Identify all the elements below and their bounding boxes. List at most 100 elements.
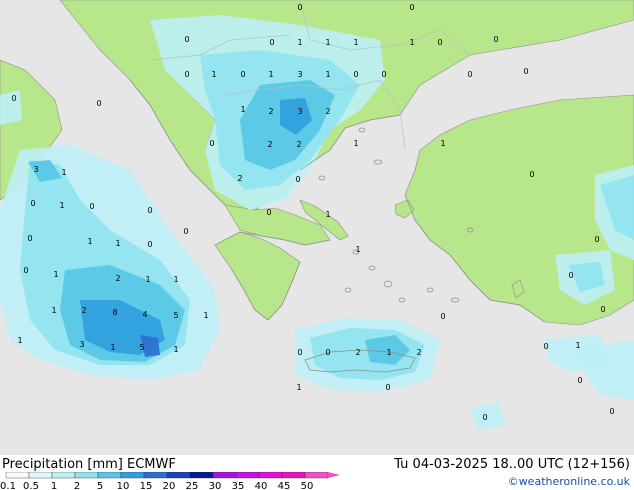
precip-value: 1 — [61, 168, 66, 177]
precip-value: 0 — [297, 348, 302, 357]
precip-value: 0 — [209, 139, 214, 148]
precip-value: 0 — [594, 235, 599, 244]
precip-value: 0 — [11, 94, 16, 103]
scale-label: 1 — [51, 481, 57, 490]
color-scale: 0.1 0.5 1 2 5 10 15 20 25 30 35 40 45 50 — [0, 472, 340, 490]
precip-value: 0 — [297, 3, 302, 12]
scale-label: 20 — [163, 481, 176, 490]
scale-label: 15 — [140, 481, 153, 490]
precip-value: 0 — [295, 175, 300, 184]
precip-value: 0 — [27, 234, 32, 243]
precip-value: 0 — [147, 206, 152, 215]
precip-value: 1 — [355, 245, 360, 254]
scale-label: 10 — [117, 481, 130, 490]
precip-value: 2 — [115, 274, 120, 283]
precip-value: 0 — [543, 342, 548, 351]
precip-value: 1 — [110, 343, 115, 352]
precip-value: 0 — [96, 99, 101, 108]
credit-link[interactable]: ©weatheronline.co.uk — [508, 475, 630, 488]
precip-value: 0 — [353, 70, 358, 79]
scale-swatch — [212, 472, 237, 479]
precip-value: 1 — [53, 270, 58, 279]
scale-swatch — [235, 472, 260, 479]
precip-value: 0 — [381, 70, 386, 79]
precip-value: 1 — [440, 139, 445, 148]
scale-label: 0.5 — [23, 481, 39, 490]
precip-value: 1 — [325, 38, 330, 47]
scale-arrow — [328, 472, 340, 478]
precip-value: 2 — [296, 140, 301, 149]
precip-value: 0 — [30, 199, 35, 208]
precip-value: 2 — [81, 306, 86, 315]
precip-value: 2 — [267, 140, 272, 149]
precip-value: 1 — [87, 237, 92, 246]
scale-swatch — [143, 472, 168, 479]
precip-value: 1 — [297, 38, 302, 47]
scale-swatch — [74, 472, 99, 479]
precip-value: 1 — [173, 345, 178, 354]
precip-value: 0 — [184, 35, 189, 44]
precip-value: 1 — [325, 70, 330, 79]
precip-value: 0 — [568, 271, 573, 280]
precip-value: 2 — [355, 348, 360, 357]
precip-value: 3 — [33, 165, 38, 174]
precip-value: 0 — [577, 376, 582, 385]
precip-value: 1 — [325, 210, 330, 219]
precip-value: 1 — [145, 275, 150, 284]
precip-value: 0 — [385, 383, 390, 392]
scale-swatch — [120, 472, 145, 479]
precip-value: 1 — [17, 336, 22, 345]
scale-swatch — [189, 472, 214, 479]
precip-value: 1 — [409, 38, 414, 47]
scale-swatch — [281, 472, 306, 479]
precip-value: 0 — [493, 35, 498, 44]
precip-value: 1 — [203, 311, 208, 320]
precip-value: 2 — [268, 107, 273, 116]
run-info: Tu 04-03-2025 18..00 UTC (12+156) — [394, 457, 630, 472]
scale-label: 35 — [232, 481, 245, 490]
precip-value: 1 — [353, 38, 358, 47]
scale-label: 0.1 — [0, 481, 16, 490]
footer: Precipitation [mm] ECMWF Tu 04-03-2025 1… — [0, 455, 634, 490]
precip-value: 0 — [609, 407, 614, 416]
precip-value: 1 — [173, 275, 178, 284]
precip-value: 1 — [211, 70, 216, 79]
scale-swatch — [97, 472, 122, 479]
precipitation-map: 0 1 1 1 0 0 0 1 0 1 1 3 1 0 0 0 0 1 0 2 3 2 1 0 2 2 0 3 1 2 0 0 0 0 1 1 1 0 0 1… — [0, 0, 634, 455]
precip-value: 3 — [297, 107, 302, 116]
precip-value: 2 — [325, 107, 330, 116]
precip-value: 8 — [112, 308, 117, 317]
precip-value: 4 — [142, 310, 147, 319]
precip-value: 0 — [269, 38, 274, 47]
scale-label: 30 — [209, 481, 222, 490]
precip-value: 1 — [51, 306, 56, 315]
precip-value: 1 — [59, 201, 64, 210]
scale-swatch — [5, 472, 30, 479]
precip-value: 0 — [147, 240, 152, 249]
precip-value: 0 — [266, 208, 271, 217]
precip-value: 0 — [325, 348, 330, 357]
precip-value: 3 — [297, 70, 302, 79]
precip-value: 0 — [440, 312, 445, 321]
scale-label: 45 — [278, 481, 291, 490]
scale-swatch — [166, 472, 191, 479]
scale-swatch — [258, 472, 283, 479]
scale-label: 50 — [301, 481, 314, 490]
precip-value: 1 — [115, 239, 120, 248]
precip-value: 0 — [600, 305, 605, 314]
precip-value: 5 — [139, 343, 144, 352]
precip-value: 5 — [173, 311, 178, 320]
precip-value: 0 — [482, 413, 487, 422]
precip-value: 3 — [79, 340, 84, 349]
precip-value: 0 — [23, 266, 28, 275]
precip-value: 0 — [437, 38, 442, 47]
precip-value: 0 — [184, 70, 189, 79]
precip-value: 2 — [237, 174, 242, 183]
precip-value: 0 — [240, 70, 245, 79]
precip-value: 0 — [467, 70, 472, 79]
precip-value: 0 — [183, 227, 188, 236]
precip-value: 0 — [523, 67, 528, 76]
scale-label: 40 — [255, 481, 268, 490]
scale-swatch — [304, 472, 329, 479]
scale-label: 2 — [74, 481, 80, 490]
